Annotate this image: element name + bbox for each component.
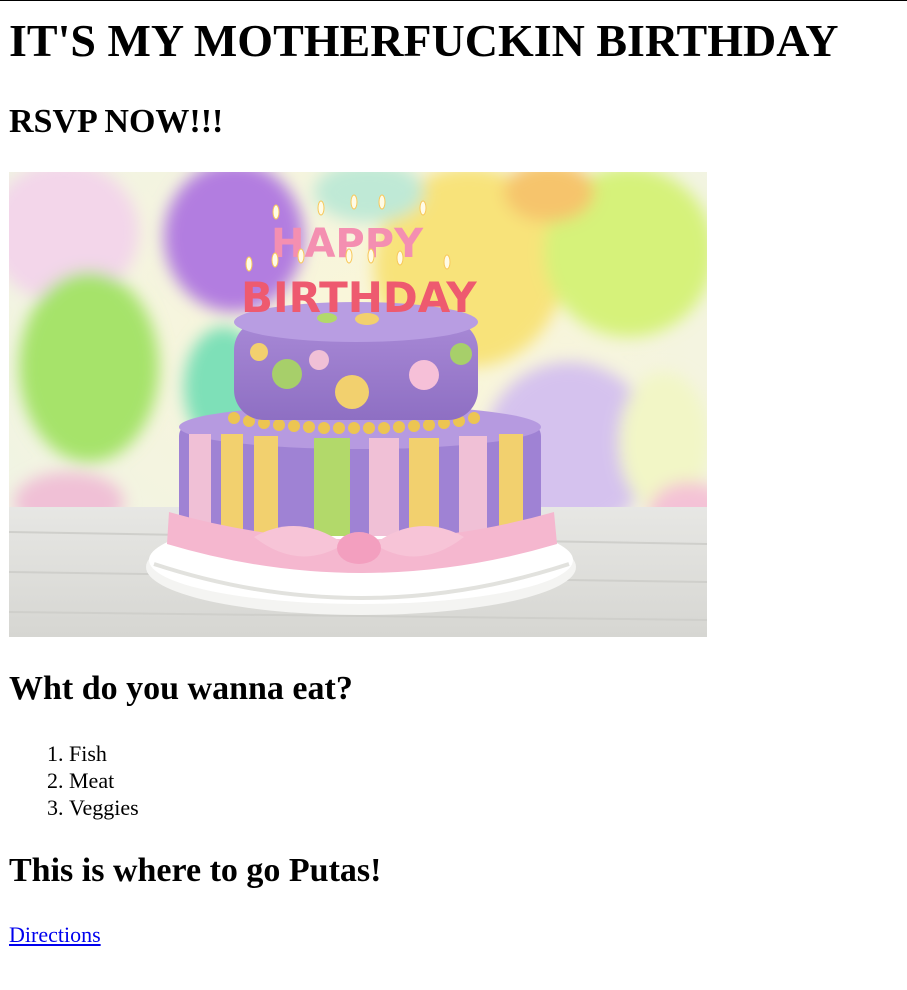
- birthday-cake-image: HAPPY BIRTHDAY: [9, 172, 707, 637]
- directions-link[interactable]: Directions: [9, 921, 101, 948]
- food-option-fish: Fish: [69, 740, 139, 767]
- food-heading: Wht do you wanna eat?: [9, 670, 353, 707]
- rsvp-heading: RSVP NOW!!!: [9, 103, 224, 140]
- food-option-meat: Meat: [69, 767, 139, 794]
- top-border: [0, 0, 907, 1]
- cake-birthday-text: BIRTHDAY: [241, 273, 477, 322]
- page-title: IT'S MY MOTHERFUCKIN BIRTHDAY: [9, 15, 839, 66]
- food-options-list: Fish Meat Veggies: [9, 740, 139, 821]
- food-option-veggies: Veggies: [69, 794, 139, 821]
- where-heading: This is where to go Putas!: [9, 852, 382, 889]
